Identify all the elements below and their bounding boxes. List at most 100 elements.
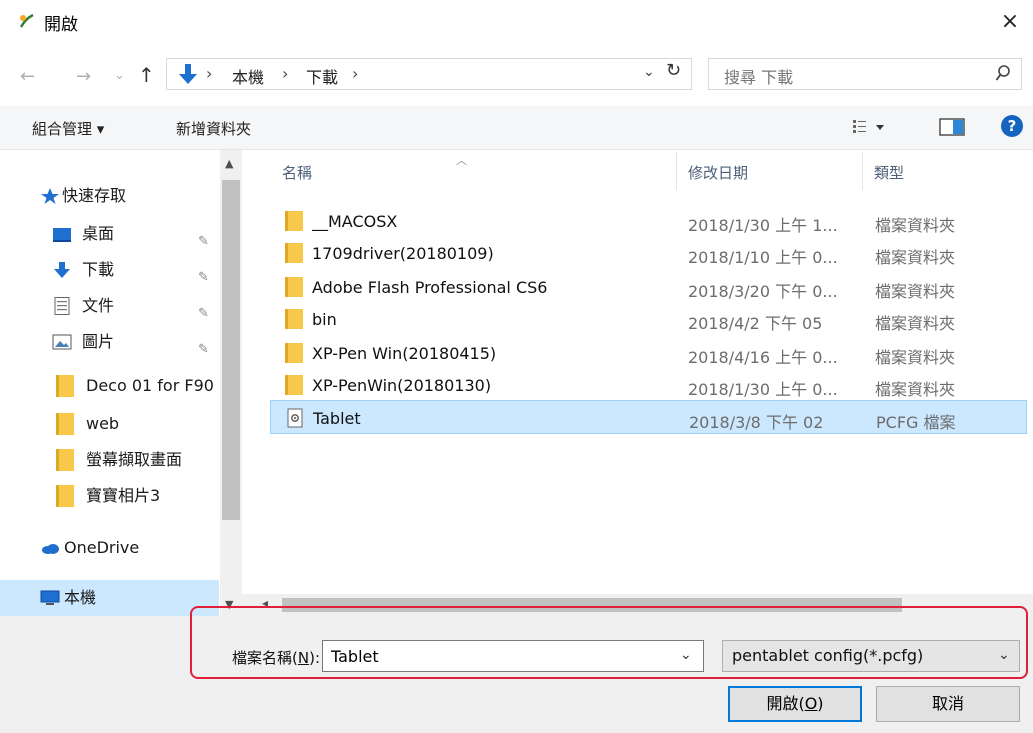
sidebar-item-label: 圖片 bbox=[82, 332, 115, 351]
file-type: 檔案資料夾 bbox=[875, 248, 956, 267]
sidebar-item-label: 本機 bbox=[64, 588, 97, 607]
sidebar-item-label: 螢幕擷取畫面 bbox=[86, 450, 183, 469]
search-icon[interactable] bbox=[995, 64, 1011, 82]
red-highlight-annotation bbox=[190, 606, 1028, 679]
column-divider[interactable] bbox=[862, 152, 863, 190]
close-button[interactable]: × bbox=[992, 4, 1028, 40]
column-header-date[interactable]: 修改日期 bbox=[688, 162, 748, 183]
column-divider[interactable] bbox=[676, 152, 677, 190]
sidebar-item-pictures[interactable]: 圖片 ✎ bbox=[0, 326, 219, 358]
help-icon[interactable]: ? bbox=[1000, 114, 1024, 138]
sidebar-item-label: 桌面 bbox=[82, 224, 115, 243]
file-name: XP-Pen Win(20180415) bbox=[312, 344, 497, 363]
file-row[interactable]: __MACOSX 2018/1/30 上午 1... 檔案資料夾 bbox=[270, 204, 1027, 238]
file-type: 檔案資料夾 bbox=[875, 348, 956, 367]
column-header-type[interactable]: 類型 bbox=[874, 162, 904, 183]
sidebar-scrollbar-thumb[interactable] bbox=[222, 180, 240, 520]
folder-icon bbox=[285, 243, 303, 263]
file-row[interactable]: XP-PenWin(20180130) 2018/1/30 上午 0... 檔案… bbox=[270, 368, 1027, 402]
folder-icon bbox=[285, 375, 303, 395]
file-row-selected[interactable]: Tablet 2018/3/8 下午 02 PCFG 檔案 bbox=[270, 400, 1027, 434]
sort-ascending-icon: ︿ bbox=[456, 154, 467, 167]
desktop-icon bbox=[53, 228, 71, 242]
computer-icon bbox=[40, 590, 60, 605]
folder-icon bbox=[285, 211, 303, 231]
sidebar-item-web-folder[interactable]: web bbox=[0, 408, 219, 440]
navigation-pane: 快速存取 桌面 ✎ 下載 ✎ 文件 ✎ 圖片 ✎ Deco 01 for F90… bbox=[0, 150, 242, 616]
breadcrumb-separator: › bbox=[352, 64, 359, 83]
sidebar-item-documents[interactable]: 文件 ✎ bbox=[0, 290, 219, 322]
onedrive-icon bbox=[42, 544, 59, 554]
back-button[interactable]: ← bbox=[20, 66, 35, 87]
file-type: PCFG 檔案 bbox=[876, 413, 956, 432]
sidebar-item-onedrive[interactable]: OneDrive bbox=[0, 532, 219, 564]
folder-icon bbox=[56, 375, 74, 397]
change-view-icon[interactable] bbox=[852, 118, 886, 136]
file-date: 2018/4/16 上午 0... bbox=[688, 348, 838, 367]
file-row[interactable]: bin 2018/4/2 下午 05 檔案資料夾 bbox=[270, 302, 1027, 336]
file-type: 檔案資料夾 bbox=[875, 380, 956, 399]
sidebar-item-label: 寶寶相片3 bbox=[86, 486, 161, 505]
search-placeholder: 搜尋 下載 bbox=[724, 68, 794, 87]
breadcrumb-downloads[interactable]: 下載 bbox=[306, 64, 338, 88]
folder-icon bbox=[285, 309, 303, 329]
sidebar-item-this-pc[interactable]: 本機 bbox=[0, 580, 219, 616]
refresh-button[interactable]: ↻ bbox=[666, 60, 681, 81]
folder-icon bbox=[56, 485, 74, 507]
svg-text:?: ? bbox=[1008, 117, 1017, 135]
new-folder-button[interactable]: 新增資料夾 bbox=[176, 118, 251, 139]
folder-icon bbox=[56, 449, 74, 471]
download-arrow-icon bbox=[179, 64, 197, 84]
pin-icon: ✎ bbox=[198, 342, 209, 357]
file-row[interactable]: Adobe Flash Professional CS6 2018/3/20 下… bbox=[270, 270, 1027, 304]
sidebar-item-baby-photos-folder[interactable]: 寶寶相片3 bbox=[0, 480, 219, 512]
file-name: 1709driver(20180109) bbox=[312, 244, 494, 263]
file-name: bin bbox=[312, 310, 337, 329]
file-name: Adobe Flash Professional CS6 bbox=[312, 278, 548, 297]
breadcrumb-this-pc[interactable]: 本機 bbox=[232, 64, 264, 88]
file-type: 檔案資料夾 bbox=[875, 216, 956, 235]
open-button[interactable]: 開啟(O) bbox=[728, 686, 862, 722]
sidebar-item-quick-access[interactable]: 快速存取 bbox=[0, 180, 219, 212]
file-name: Tablet bbox=[313, 409, 361, 428]
file-type: 檔案資料夾 bbox=[875, 282, 956, 301]
picture-icon bbox=[52, 334, 72, 350]
preview-pane-icon[interactable] bbox=[939, 118, 965, 136]
sidebar-item-label: Deco 01 for F90 bbox=[86, 376, 214, 395]
organize-button[interactable]: 組合管理 ▾ bbox=[32, 118, 104, 139]
recent-locations-button[interactable]: ⌄ bbox=[114, 68, 125, 83]
file-row[interactable]: 1709driver(20180109) 2018/1/10 上午 0... 檔… bbox=[270, 236, 1027, 270]
sidebar-item-deco-folder[interactable]: Deco 01 for F90 bbox=[0, 370, 219, 402]
file-name: XP-PenWin(20180130) bbox=[312, 376, 492, 395]
folder-icon bbox=[56, 413, 74, 435]
cancel-button[interactable]: 取消 bbox=[876, 686, 1020, 722]
file-date: 2018/1/30 上午 0... bbox=[688, 380, 838, 399]
window-title: 開啟 bbox=[44, 15, 78, 35]
file-date: 2018/4/2 下午 05 bbox=[688, 314, 823, 333]
sidebar-item-downloads[interactable]: 下載 ✎ bbox=[0, 254, 219, 286]
sidebar-item-desktop[interactable]: 桌面 ✎ bbox=[0, 218, 219, 250]
breadcrumb-separator: › bbox=[282, 64, 289, 83]
forward-button[interactable]: → bbox=[76, 66, 91, 87]
sidebar-item-label: OneDrive bbox=[64, 538, 140, 557]
download-icon bbox=[54, 262, 70, 278]
star-icon bbox=[41, 188, 59, 204]
config-file-icon bbox=[287, 408, 303, 428]
file-row[interactable]: XP-Pen Win(20180415) 2018/4/16 上午 0... 檔… bbox=[270, 336, 1027, 370]
file-name: __MACOSX bbox=[312, 212, 398, 231]
scroll-up-arrow-icon[interactable]: ▲ bbox=[225, 157, 233, 170]
sidebar-item-screenshots-folder[interactable]: 螢幕擷取畫面 bbox=[0, 444, 219, 476]
document-icon bbox=[54, 297, 70, 315]
sidebar-item-label: 文件 bbox=[82, 296, 115, 315]
up-button[interactable]: ↑ bbox=[138, 63, 155, 87]
sidebar-item-label: 快速存取 bbox=[62, 186, 127, 205]
sidebar-item-label: web bbox=[86, 414, 120, 433]
file-date: 2018/1/10 上午 0... bbox=[688, 248, 838, 267]
sidebar-item-label: 下載 bbox=[82, 260, 115, 279]
column-header-name[interactable]: 名稱 bbox=[282, 162, 312, 183]
file-date: 2018/3/8 下午 02 bbox=[689, 413, 824, 432]
app-icon bbox=[19, 13, 34, 28]
address-dropdown-button[interactable]: ⌄ bbox=[643, 64, 655, 80]
title-bar bbox=[0, 0, 1033, 44]
folder-icon bbox=[285, 277, 303, 297]
